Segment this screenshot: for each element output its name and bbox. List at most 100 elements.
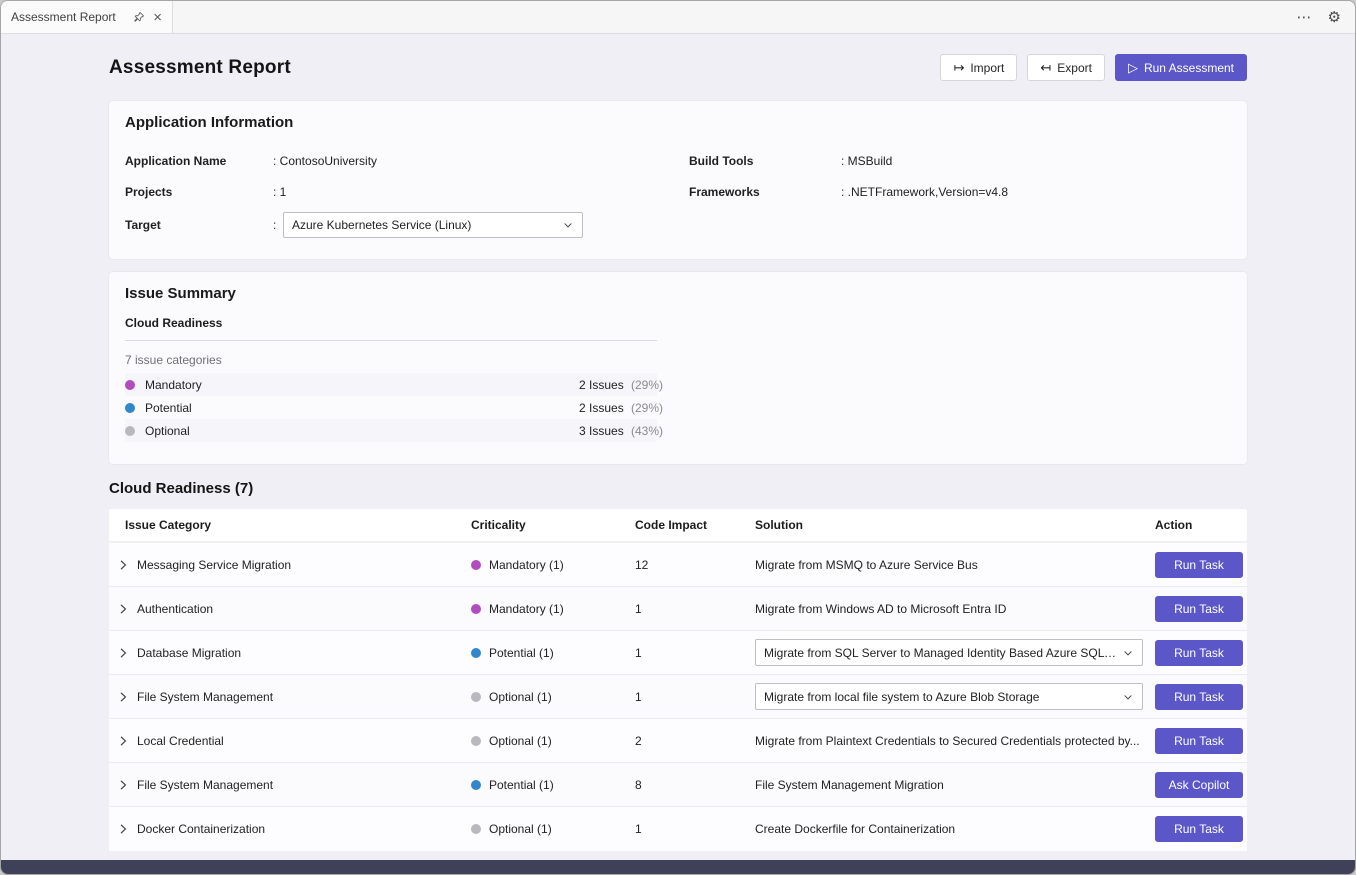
report-content: Assessment Report ↦ Import ↤ Export ▷ Ru… [1, 34, 1355, 862]
code-impact-value: 1 [635, 645, 642, 660]
build-tools-label: Build Tools [689, 153, 754, 168]
target-select-value: Azure Kubernetes Service (Linux) [292, 218, 472, 232]
legend-pct: (29%) [631, 400, 664, 415]
chevron-right-icon[interactable] [115, 645, 131, 661]
header-issue-category: Issue Category [125, 518, 212, 532]
legend-name: Potential [145, 400, 192, 415]
build-tools-value: : MSBuild [841, 153, 893, 168]
criticality-label: Potential (1) [489, 777, 554, 792]
potential-dot [125, 402, 135, 413]
tab-assessment-report[interactable]: Assessment Report × [1, 1, 173, 33]
legend-count: 2 Issues [579, 377, 624, 392]
pin-icon[interactable] [133, 11, 145, 23]
bottom-panel [1, 860, 1355, 874]
action-button[interactable]: Run Task [1155, 551, 1243, 578]
export-button-label: Export [1057, 60, 1092, 75]
close-icon[interactable]: × [153, 9, 162, 26]
chevron-right-icon[interactable] [115, 689, 131, 705]
optional-dot [125, 425, 135, 436]
legend-count: 3 Issues [579, 423, 624, 438]
action-button[interactable]: Run Task [1155, 639, 1243, 666]
issue-category-label: Database Migration [137, 645, 242, 660]
legend-row-optional: Optional 3 Issues (43%) [125, 419, 663, 442]
legend-name: Optional [145, 423, 190, 438]
tabbar-actions: ⋯ ⚙ [1297, 1, 1355, 33]
issue-category-label: Authentication [137, 601, 214, 616]
criticality-dot [471, 691, 481, 702]
cloud-readiness-section-title: Cloud Readiness (7) [109, 480, 254, 497]
target-field: Target : Azure Kubernetes Service (Linux… [125, 207, 689, 243]
header-code-impact: Code Impact [635, 518, 708, 532]
application-name-label: Application Name [125, 153, 227, 168]
solution-label: Migrate from SQL Server to Managed Ident… [764, 645, 1116, 660]
chevron-down-icon [1122, 647, 1134, 659]
action-button[interactable]: Run Task [1155, 595, 1243, 622]
solution-label: Create Dockerfile for Containerization [755, 822, 956, 836]
import-button[interactable]: ↦ Import [940, 54, 1018, 81]
run-assessment-button[interactable]: ▷ Run Assessment [1114, 54, 1247, 81]
issue-category-label: File System Management [137, 777, 274, 792]
criticality-label: Potential (1) [489, 645, 554, 660]
criticality-label: Optional (1) [489, 822, 552, 836]
target-label: Target [125, 218, 161, 232]
import-icon: ↦ [953, 60, 965, 75]
action-button[interactable]: Run Task [1155, 727, 1243, 754]
legend-row-potential: Potential 2 Issues (29%) [125, 396, 663, 419]
target-select[interactable]: Azure Kubernetes Service (Linux) [283, 212, 583, 238]
solution-cell: Create Dockerfile for Containerization [755, 822, 955, 836]
code-impact-value: 1 [635, 822, 642, 836]
code-impact-value: 8 [635, 777, 642, 792]
target-colon: : [273, 218, 277, 232]
page-title: Assessment Report [109, 56, 291, 78]
solution-label: Migrate from local file system to Azure … [764, 689, 1040, 704]
criticality-dot [471, 559, 481, 570]
solution-cell: File System Management Migration [755, 778, 944, 792]
solution-cell[interactable]: Migrate from SQL Server to Managed Ident… [755, 639, 1143, 666]
tab-label: Assessment Report [11, 10, 116, 24]
chevron-right-icon[interactable] [115, 777, 131, 793]
application-information-card: Application Information Application Name… [109, 101, 1247, 259]
chevron-down-icon [562, 219, 574, 231]
frameworks-label: Frameworks [689, 184, 760, 199]
criticality-dot [471, 735, 481, 746]
solution-label: File System Management Migration [755, 777, 944, 792]
chevron-right-icon[interactable] [115, 601, 131, 617]
issue-category-label: Local Credential [137, 733, 224, 748]
criticality-dot [471, 824, 481, 834]
action-button[interactable]: Run Task [1155, 816, 1243, 842]
table-row: Local Credential Optional (1) 2 Migrate … [109, 719, 1247, 763]
solution-label: Migrate from Windows AD to Microsoft Ent… [755, 601, 1007, 616]
projects-label: Projects [125, 184, 173, 199]
issues-table-header: Issue Category Criticality Code Impact S… [109, 509, 1247, 541]
chevron-right-icon[interactable] [115, 733, 131, 749]
more-actions-icon[interactable]: ⋯ [1297, 10, 1312, 25]
application-name-field: Application Name : ContosoUniversity [125, 145, 689, 176]
action-button[interactable]: Ask Copilot [1155, 771, 1243, 798]
cloud-readiness-group-title: Cloud Readiness [125, 316, 657, 341]
legend-count: 2 Issues [579, 400, 624, 415]
app-info-left-column: Application Name : ContosoUniversity Pro… [125, 145, 689, 243]
solution-cell: Migrate from Windows AD to Microsoft Ent… [755, 602, 1006, 616]
chevron-right-icon[interactable] [115, 821, 131, 837]
header-criticality: Criticality [471, 518, 526, 532]
criticality-label: Optional (1) [489, 689, 552, 704]
chevron-right-icon[interactable] [115, 557, 131, 573]
projects-field: Projects : 1 [125, 176, 689, 207]
mandatory-dot [125, 379, 135, 390]
code-impact-value: 1 [635, 689, 642, 704]
frameworks-field: Frameworks : .NETFramework,Version=v4.8 [689, 176, 1231, 207]
criticality-label: Mandatory (1) [489, 601, 564, 616]
criticality-label: Mandatory (1) [489, 557, 564, 572]
page-header: Assessment Report ↦ Import ↤ Export ▷ Ru… [109, 54, 1247, 81]
application-name-value: : ContosoUniversity [273, 153, 378, 168]
gear-icon[interactable]: ⚙ [1328, 10, 1341, 25]
table-row: Database Migration Potential (1) 1 Migra… [109, 631, 1247, 675]
action-button[interactable]: Run Task [1155, 683, 1243, 710]
solution-cell[interactable]: Migrate from local file system to Azure … [755, 683, 1143, 710]
table-row: Messaging Service Migration Mandatory (1… [109, 543, 1247, 587]
export-button[interactable]: ↤ Export [1027, 54, 1105, 81]
import-button-label: Import [970, 60, 1005, 75]
app-info-right-column: Build Tools : MSBuild Frameworks : .NETF… [689, 145, 1231, 243]
build-tools-field: Build Tools : MSBuild [689, 145, 1231, 176]
issues-table-body: Messaging Service Migration Mandatory (1… [109, 543, 1247, 851]
